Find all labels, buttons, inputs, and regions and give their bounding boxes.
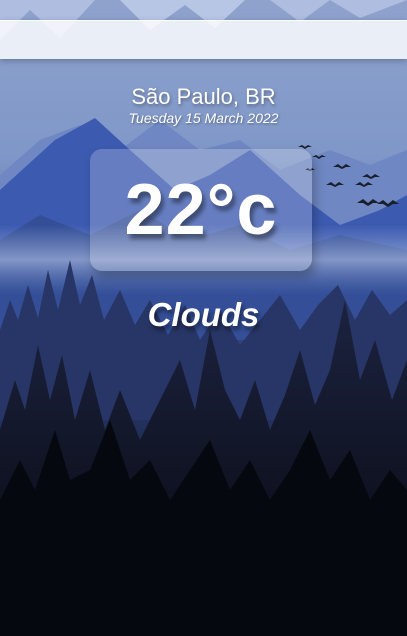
- date-label: Tuesday 15 March 2022: [128, 110, 279, 126]
- temperature-card: 22°c: [90, 149, 312, 271]
- weather-condition: Clouds: [147, 296, 260, 333]
- search-bar[interactable]: [0, 20, 407, 59]
- temperature-value: 22°c: [124, 170, 278, 250]
- search-input[interactable]: [0, 21, 407, 59]
- location-label: São Paulo, BR: [131, 84, 276, 109]
